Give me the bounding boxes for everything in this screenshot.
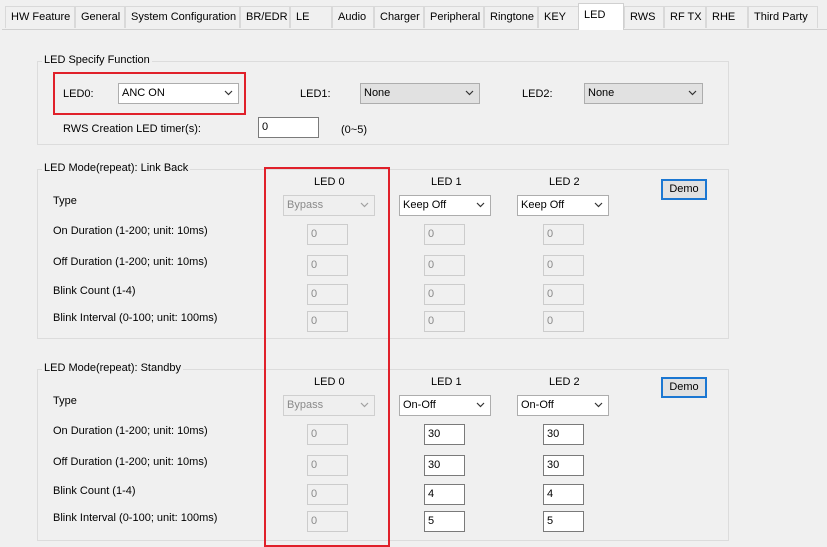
standby-blink-interval-label: Blink Interval (0-100; unit: 100ms) xyxy=(53,512,218,524)
standby-led1-blink-interval-input[interactable]: 5 xyxy=(424,511,465,532)
tab-rws[interactable]: RWS xyxy=(624,6,664,28)
highlight-box-led0-column xyxy=(264,167,390,547)
tab-peripheral[interactable]: Peripheral xyxy=(424,6,484,28)
tab-rhe[interactable]: RHE xyxy=(706,6,748,28)
led2-select[interactable]: None xyxy=(584,83,703,104)
tab-label: General xyxy=(81,11,121,23)
led2-select-value: None xyxy=(588,87,615,99)
standby-led1-type-select[interactable]: On-Off xyxy=(399,395,491,416)
link-back-off-duration-label: Off Duration (1-200; unit: 10ms) xyxy=(53,256,208,268)
tab-general[interactable]: General xyxy=(75,6,125,28)
standby-off-duration-label: Off Duration (1-200; unit: 10ms) xyxy=(53,456,208,468)
standby-led2-off-duration-input[interactable]: 30 xyxy=(543,455,584,476)
tab-label: LED xyxy=(584,9,606,21)
standby-type-label: Type xyxy=(53,395,77,407)
tab-audio[interactable]: Audio xyxy=(332,6,374,28)
tab-label: BR/EDR xyxy=(246,11,288,23)
led1-select-value: None xyxy=(364,87,391,99)
tab-label: RWS xyxy=(630,11,656,23)
led1-label: LED1: xyxy=(300,88,331,100)
standby-led2-blink-interval-input[interactable]: 5 xyxy=(543,511,584,532)
standby-led2-type-select[interactable]: On-Off xyxy=(517,395,609,416)
tab-label: System Configuration xyxy=(131,11,237,23)
tab-label: KEY xyxy=(544,11,567,23)
tab-label: Charger xyxy=(380,11,420,23)
rws-creation-led-timer-label: RWS Creation LED timer(s): xyxy=(63,123,201,135)
led2-label: LED2: xyxy=(522,88,553,100)
highlight-box-led0-select xyxy=(53,72,246,115)
tab-hw-feature[interactable]: HW Feature xyxy=(5,6,75,28)
tab-label: Ringtone xyxy=(490,11,535,23)
tab-charger[interactable]: Charger xyxy=(374,6,424,28)
link-back-type-label: Type xyxy=(53,195,77,207)
tab-led[interactable]: LED xyxy=(578,3,624,30)
led-specify-function-title: LED Specify Function xyxy=(42,54,152,66)
link-back-led1-blink-interval-input[interactable]: 0 xyxy=(424,311,465,332)
link-back-led1-on-duration-input[interactable]: 0 xyxy=(424,224,465,245)
rws-creation-led-timer-input[interactable]: 0 xyxy=(258,117,319,138)
standby-led1-on-duration-input[interactable]: 30 xyxy=(424,424,465,445)
link-back-led1-off-duration-input[interactable]: 0 xyxy=(424,255,465,276)
chevron-down-icon xyxy=(476,202,485,208)
chevron-down-icon xyxy=(594,202,603,208)
chevron-down-icon xyxy=(688,90,697,96)
link-back-on-duration-label: On Duration (1-200; unit: 10ms) xyxy=(53,225,208,237)
link-back-title: LED Mode(repeat): Link Back xyxy=(42,162,191,174)
tab-label: Third Party xyxy=(754,11,808,23)
chevron-down-icon xyxy=(476,402,485,408)
standby-led2-blink-count-input[interactable]: 4 xyxy=(543,484,584,505)
tab-rf-tx[interactable]: RF TX xyxy=(664,6,706,28)
tab-system-configuration[interactable]: System Configuration xyxy=(125,6,240,28)
tab-label: Audio xyxy=(338,11,367,23)
tab-ringtone[interactable]: Ringtone xyxy=(484,6,538,28)
chevron-down-icon xyxy=(594,402,603,408)
chevron-down-icon xyxy=(465,90,474,96)
standby-led2-on-duration-input[interactable]: 30 xyxy=(543,424,584,445)
link-back-led2-type-value: Keep Off xyxy=(521,199,565,211)
standby-demo-button[interactable]: Demo xyxy=(661,377,707,398)
link-back-led2-on-duration-input[interactable]: 0 xyxy=(543,224,584,245)
link-back-blink-interval-label: Blink Interval (0-100; unit: 100ms) xyxy=(53,312,218,324)
link-back-led2-blink-interval-input[interactable]: 0 xyxy=(543,311,584,332)
standby-led2-header: LED 2 xyxy=(549,376,580,388)
tab-le[interactable]: LE xyxy=(290,6,332,28)
standby-led1-header: LED 1 xyxy=(431,376,462,388)
tab-bar: HW Feature General System Configuration … xyxy=(0,0,827,30)
link-back-blink-count-label: Blink Count (1-4) xyxy=(53,285,136,297)
link-back-led2-type-select[interactable]: Keep Off xyxy=(517,195,609,216)
led1-select[interactable]: None xyxy=(360,83,480,104)
link-back-led2-blink-count-input[interactable]: 0 xyxy=(543,284,584,305)
led-tab-panel: LED Specify Function LED0: ANC ON LED1: … xyxy=(2,29,827,547)
link-back-led1-blink-count-input[interactable]: 0 xyxy=(424,284,465,305)
standby-led2-type-value: On-Off xyxy=(521,399,554,411)
standby-led1-off-duration-input[interactable]: 30 xyxy=(424,455,465,476)
standby-blink-count-label: Blink Count (1-4) xyxy=(53,485,136,497)
tab-key[interactable]: KEY xyxy=(538,6,580,28)
link-back-led1-type-value: Keep Off xyxy=(403,199,447,211)
tab-third-party[interactable]: Third Party xyxy=(748,6,818,28)
tab-label: Peripheral xyxy=(430,11,481,23)
link-back-led2-off-duration-input[interactable]: 0 xyxy=(543,255,584,276)
link-back-led1-type-select[interactable]: Keep Off xyxy=(399,195,491,216)
tab-label: RF TX xyxy=(670,11,702,23)
standby-title: LED Mode(repeat): Standby xyxy=(42,362,183,374)
standby-on-duration-label: On Duration (1-200; unit: 10ms) xyxy=(53,425,208,437)
link-back-led2-header: LED 2 xyxy=(549,176,580,188)
tab-br-edr[interactable]: BR/EDR xyxy=(240,6,290,28)
link-back-led1-header: LED 1 xyxy=(431,176,462,188)
rws-creation-led-timer-range: (0~5) xyxy=(341,124,367,136)
tab-label: HW Feature xyxy=(11,11,71,23)
tab-label: RHE xyxy=(712,11,736,23)
standby-led1-type-value: On-Off xyxy=(403,399,436,411)
link-back-demo-button[interactable]: Demo xyxy=(661,179,707,200)
standby-led1-blink-count-input[interactable]: 4 xyxy=(424,484,465,505)
tab-label: LE xyxy=(296,11,310,23)
